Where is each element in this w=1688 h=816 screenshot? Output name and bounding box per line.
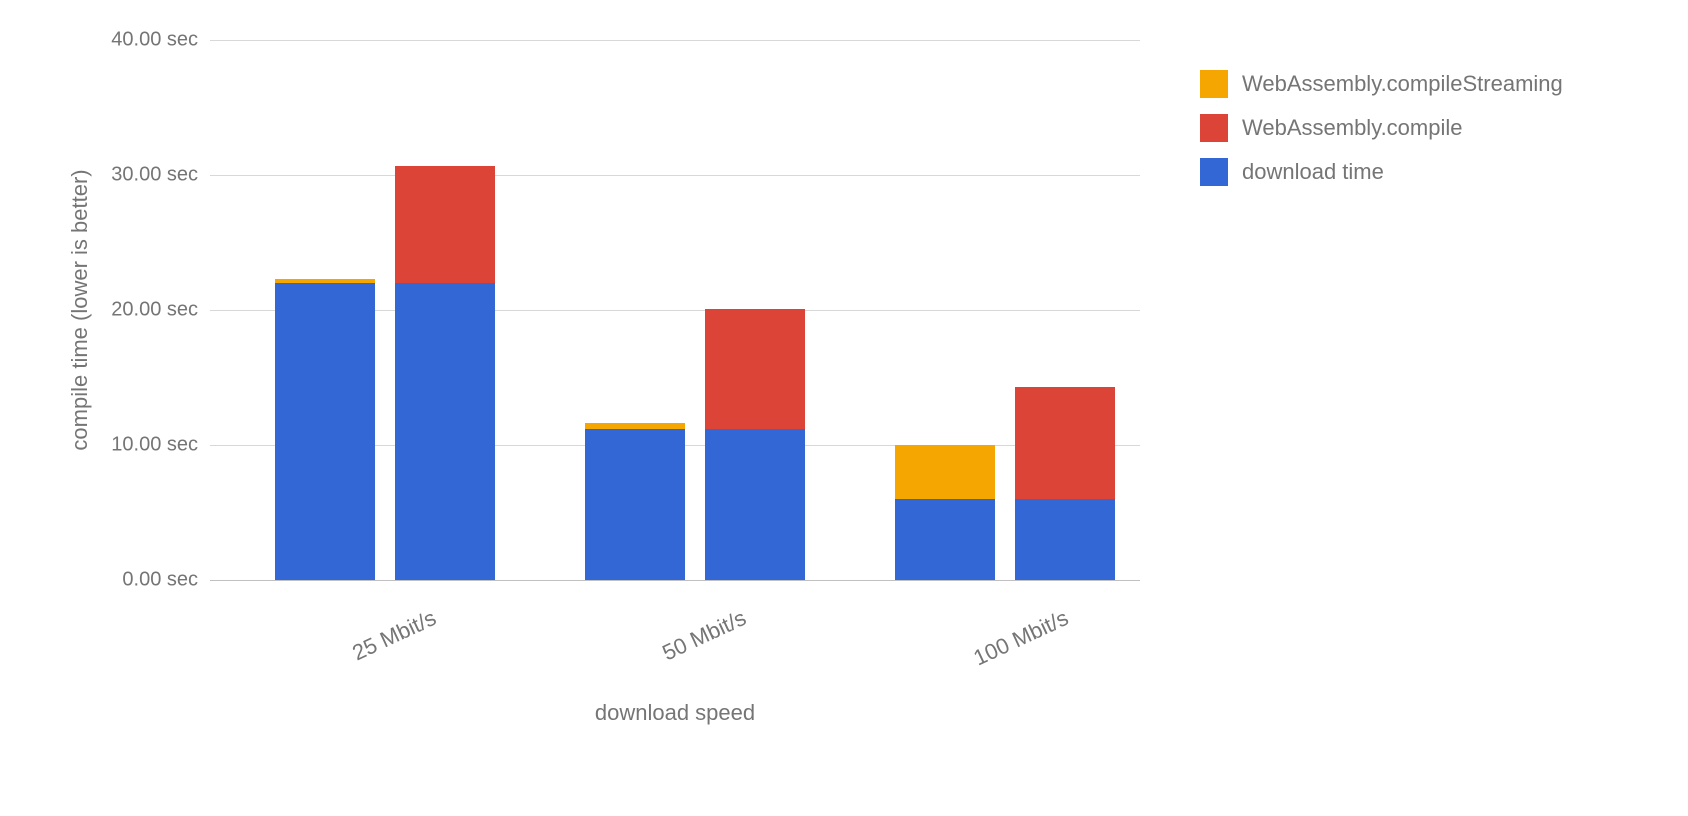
legend-item: WebAssembly.compile	[1200, 114, 1563, 142]
y-tick-label: 30.00 sec	[111, 164, 210, 187]
legend-label: download time	[1242, 159, 1384, 185]
y-tick-label: 0.00 sec	[122, 569, 210, 592]
y-tick-label: 40.00 sec	[111, 29, 210, 52]
legend-label: WebAssembly.compile	[1242, 115, 1462, 141]
x-axis-title: download speed	[210, 700, 1140, 726]
bar-segment-download	[395, 283, 495, 580]
legend-swatch	[1200, 114, 1228, 142]
bar-segment-download	[585, 429, 685, 580]
bar-segment-compile	[395, 166, 495, 283]
bar-segment-compile	[1015, 387, 1115, 499]
bar-segment-download	[1015, 499, 1115, 580]
legend-label: WebAssembly.compileStreaming	[1242, 71, 1563, 97]
bar-segment-compile	[705, 309, 805, 429]
x-tick-label: 50 Mbit/s	[658, 605, 750, 666]
plot-area: 0.00 sec10.00 sec20.00 sec30.00 sec40.00…	[210, 40, 1140, 581]
x-axis-labels: 25 Mbit/s 50 Mbit/s 100 Mbit/s	[210, 595, 1140, 675]
legend-item: download time	[1200, 158, 1563, 186]
bar-segment-stream	[585, 423, 685, 428]
legend-item: WebAssembly.compileStreaming	[1200, 70, 1563, 98]
bar-segment-download	[275, 283, 375, 580]
bar-segment-stream	[275, 279, 375, 283]
bar-group	[570, 40, 830, 580]
x-tick-label: 25 Mbit/s	[348, 605, 440, 666]
bar-segment-stream	[895, 445, 995, 499]
chart: compile time (lower is better) 0.00 sec1…	[60, 0, 1180, 750]
y-tick-label: 20.00 sec	[111, 299, 210, 322]
x-tick-label: 100 Mbit/s	[970, 605, 1073, 671]
bar-group	[880, 40, 1140, 580]
bar-group	[260, 40, 520, 580]
y-tick-label: 10.00 sec	[111, 434, 210, 457]
bar-segment-download	[705, 429, 805, 580]
legend-swatch	[1200, 70, 1228, 98]
bar-segment-download	[895, 499, 995, 580]
y-axis-title: compile time (lower is better)	[67, 169, 93, 450]
legend-swatch	[1200, 158, 1228, 186]
legend: WebAssembly.compileStreaming WebAssembly.…	[1200, 70, 1563, 202]
